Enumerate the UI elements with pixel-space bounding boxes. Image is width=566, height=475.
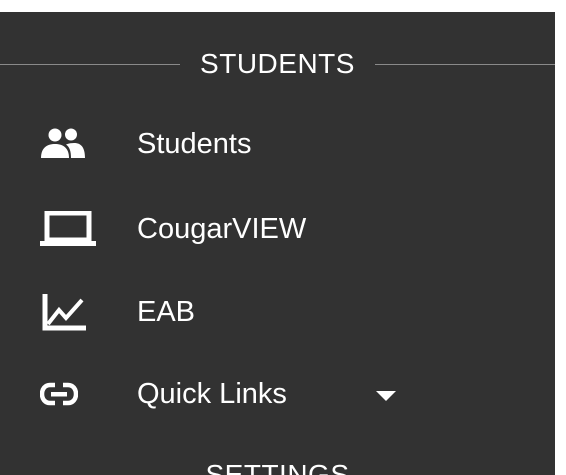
nav-item-label: CougarVIEW bbox=[137, 212, 307, 245]
nav-item-label: Quick Links bbox=[137, 377, 287, 410]
nav-item-quick-links[interactable]: Quick Links bbox=[0, 360, 555, 428]
line-chart-icon bbox=[40, 290, 100, 334]
nav-item-label: Students bbox=[137, 127, 252, 160]
divider-right bbox=[374, 63, 555, 65]
people-icon bbox=[40, 122, 100, 166]
nav-item-cougarview[interactable]: CougarVIEW bbox=[0, 195, 555, 263]
link-icon bbox=[40, 372, 100, 416]
nav-item-students[interactable]: Students bbox=[0, 110, 555, 178]
section-heading-settings: SETTINGS bbox=[0, 455, 555, 475]
nav-item-label: EAB bbox=[137, 295, 196, 328]
nav-item-eab[interactable]: EAB bbox=[0, 278, 555, 346]
divider-left bbox=[0, 63, 181, 65]
chevron-down-icon[interactable] bbox=[376, 391, 396, 401]
laptop-icon bbox=[40, 207, 100, 251]
section-heading-label: SETTINGS bbox=[205, 459, 350, 475]
sidebar-panel: STUDENTS Students CougarVIEW EAB Quick L… bbox=[0, 12, 555, 475]
section-heading-label: STUDENTS bbox=[200, 48, 355, 79]
section-heading-students: STUDENTS bbox=[0, 44, 555, 84]
